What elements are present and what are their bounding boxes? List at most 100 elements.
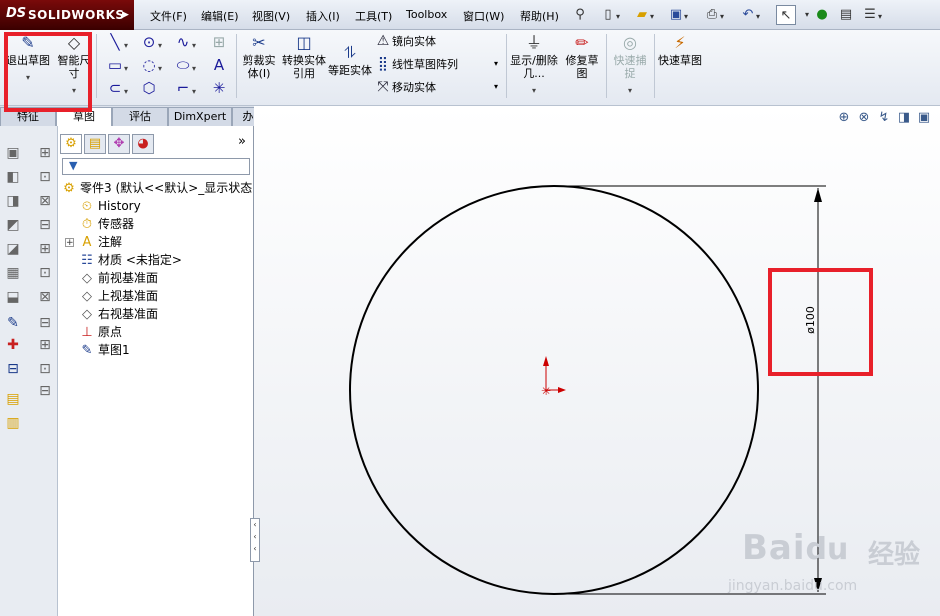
solidworks-logo[interactable]: DS SOLIDWORKS ▶ [0, 0, 134, 30]
arc-tool-icon[interactable]: ◌ ▾ [138, 56, 162, 76]
tree-item-annotations[interactable]: A 注解 [78, 233, 122, 251]
tree-item-history[interactable]: ⏲ History [78, 197, 141, 215]
boundary-boss-icon[interactable]: ◪ [4, 240, 22, 258]
property-manager-tab-icon[interactable]: ▤ [84, 134, 106, 154]
linear-pattern-dropdown-icon[interactable]: ▾ [494, 55, 498, 75]
line-tool-icon[interactable]: ╲ ▾ [104, 33, 128, 53]
instant3d-icon[interactable]: ▤ [4, 390, 22, 408]
panel-collapse-handle[interactable]: ‹ ‹ ‹ [250, 518, 260, 562]
sketch-icon[interactable]: ✎ [4, 314, 22, 332]
material-icon: ☷ [81, 253, 93, 268]
move-entities-dropdown-icon[interactable]: ▾ [494, 78, 498, 98]
tree-filter-input[interactable]: ▼ [62, 158, 250, 175]
reference-geometry-icon[interactable]: ⊞ [36, 336, 54, 354]
spline-tool-icon[interactable]: ∿ ▾ [172, 33, 196, 53]
ellipse-tool-icon[interactable]: ⬭ ▾ [172, 56, 196, 76]
tab-evaluate[interactable]: 评估 [112, 107, 168, 126]
shell-feature-icon[interactable]: ⊡ [36, 264, 54, 282]
rectangle-tool-icon[interactable]: ▭ ▾ [104, 56, 128, 76]
tree-item-front-plane[interactable]: ◇ 前视基准面 [78, 269, 158, 287]
spreadsheet-icon[interactable]: ⊟ [36, 382, 54, 400]
configuration-manager-tab-icon[interactable]: ✥ [108, 134, 130, 154]
fillet-tool-icon[interactable]: ⌐ ▾ [172, 79, 196, 99]
origin-marker-icon: ✳ [541, 384, 551, 398]
circle-tool-icon[interactable]: ⊙ ▾ [138, 33, 162, 53]
loft-boss-icon[interactable]: ◩ [4, 216, 22, 234]
display-delete-dropdown-icon[interactable]: ▾ [510, 84, 558, 97]
curves-icon[interactable]: ⊡ [36, 360, 54, 378]
tree-item-label: 传感器 [98, 217, 135, 231]
mirror-feature-icon[interactable]: ⊠ [36, 288, 54, 306]
draft-feature-icon[interactable]: ⊞ [36, 240, 54, 258]
sweep-boss-icon[interactable]: ◨ [4, 192, 22, 210]
plane-icon: ◇ [82, 271, 92, 286]
extruded-cut-icon[interactable]: ▦ [4, 264, 22, 282]
table-icon[interactable]: ⊞ [36, 144, 54, 162]
new-document-icon[interactable]: ▯ ▾ [598, 5, 620, 25]
offset-entities-button[interactable]: ⥮ 等距实体 [328, 44, 372, 78]
tree-item-top-plane[interactable]: ◇ 上视基准面 [78, 287, 158, 305]
quick-snaps-label: 快速捕捉 [613, 54, 647, 80]
menu-view[interactable]: 视图(V) [252, 8, 290, 24]
pin-icon[interactable]: ⚲ [570, 5, 590, 25]
move-entities-label: 移动实体 [392, 81, 436, 94]
tree-item-sensors[interactable]: ⏱ 传感器 [78, 215, 134, 233]
component-icon[interactable]: ▥ [4, 414, 22, 432]
revolve-boss-icon[interactable]: ◧ [4, 168, 22, 186]
slot-tool-icon[interactable]: ⊂ ▾ [104, 79, 128, 99]
watermark-brand-cn: 经验 [868, 540, 921, 570]
grid-tool-icon[interactable]: ⊞ [208, 33, 230, 53]
menu-toolbox[interactable]: Toolbox [406, 8, 447, 21]
options-icon[interactable]: ☰ ▾ [860, 5, 882, 25]
text-tool-icon[interactable]: A [208, 56, 230, 76]
tree-item-material[interactable]: ☷ 材质 <未指定> [78, 251, 182, 269]
ribbon-separator [96, 34, 97, 98]
linear-pattern-button[interactable]: ⣿ 线性草图阵列 [374, 55, 458, 75]
tree-item-origin[interactable]: ⊥ 原点 [78, 323, 122, 341]
repair-sketch-button[interactable]: ✏ 修复草图 [562, 34, 602, 81]
rib-feature-icon[interactable]: ⊟ [36, 216, 54, 234]
pattern-feature-icon[interactable]: ⊟ [36, 314, 54, 332]
save-icon[interactable]: ▣ ▾ [666, 5, 688, 25]
mirror-entities-button[interactable]: ⚠ 镜向实体 [374, 32, 436, 52]
smart-dim-icon[interactable]: ✚ [4, 336, 22, 354]
convert-entities-button[interactable]: ◫ 转换实体引用 [282, 34, 326, 81]
hole-wizard-icon[interactable]: ⬓ [4, 288, 22, 306]
tree-item-sketch1[interactable]: ✎ 草图1 [78, 341, 130, 359]
annotations-expander-icon[interactable]: + [65, 238, 74, 248]
open-folder-icon[interactable]: ▰ ▾ [632, 5, 654, 25]
rebuild-icon[interactable]: ● [812, 5, 832, 25]
menu-insert[interactable]: 插入(I) [306, 8, 340, 24]
relations-icon[interactable]: ⊟ [4, 360, 22, 378]
menu-help[interactable]: 帮助(H) [520, 8, 559, 24]
mirror-icon: ⚠ [376, 33, 390, 49]
menu-edit[interactable]: 编辑(E) [201, 8, 239, 24]
quick-snaps-button[interactable]: ◎ 快速捕捉 ▾ [610, 34, 650, 97]
menu-tools[interactable]: 工具(T) [355, 8, 392, 24]
polygon-tool-icon[interactable]: ⬡ [138, 79, 160, 99]
rapid-sketch-button[interactable]: ⚡ 快速草图 [658, 34, 702, 68]
expand-panel-icon[interactable]: » [238, 134, 246, 149]
chamfer-feature-icon[interactable]: ⊠ [36, 192, 54, 210]
tab-dimxpert[interactable]: DimXpert [168, 107, 232, 126]
feature-tree-tab-icon[interactable]: ⚙ [60, 134, 82, 154]
fillet-feature-icon[interactable]: ⊡ [36, 168, 54, 186]
select-arrow-icon[interactable]: ↖ [776, 5, 796, 25]
undo-icon[interactable]: ↶ ▾ [738, 5, 760, 25]
move-entities-button[interactable]: ⤧ 移动实体 [374, 78, 436, 98]
menu-file[interactable]: 文件(F) [150, 8, 187, 24]
extrude-boss-icon[interactable]: ▣ [4, 144, 22, 162]
trim-entities-button[interactable]: ✂ 剪裁实体(I) [238, 34, 280, 81]
file-properties-icon[interactable]: ▤ [836, 5, 856, 25]
tree-item-right-plane[interactable]: ◇ 右视基准面 [78, 305, 158, 323]
menu-window[interactable]: 窗口(W) [463, 8, 504, 24]
point-tool-icon[interactable]: ✳ [208, 79, 230, 99]
tree-root-part[interactable]: ⚙ 零件3 (默认<<默认>_显示状态 [60, 179, 252, 197]
tree-item-label: 前视基准面 [98, 271, 159, 285]
display-manager-tab-icon[interactable]: ◕ [132, 134, 154, 154]
logo-expand-arrow-icon[interactable]: ▶ [122, 10, 129, 20]
display-delete-relations-button[interactable]: ⏚ 显示/删除几... ▾ [510, 34, 558, 97]
part-icon: ⚙ [63, 181, 75, 196]
quick-snaps-dropdown-icon[interactable]: ▾ [610, 84, 650, 97]
print-icon[interactable]: ⎙ ▾ [702, 5, 724, 25]
